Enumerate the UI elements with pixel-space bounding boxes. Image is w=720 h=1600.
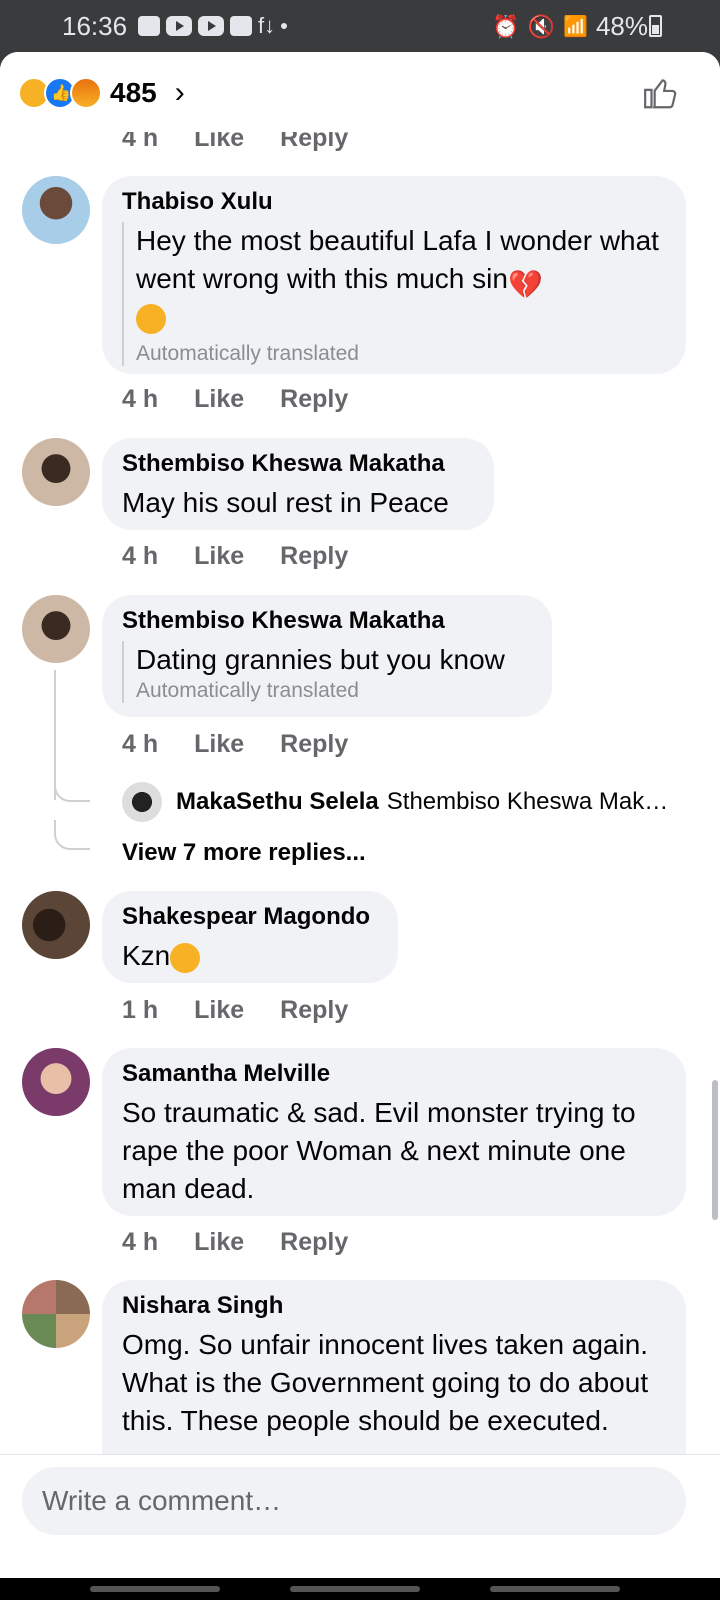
comment-meta: 4 h Like Reply [122, 385, 384, 414]
reply-link[interactable]: Reply [280, 542, 348, 571]
comment-meta: 1 h Like Reply [122, 996, 384, 1025]
translated-block: Hey the most beautiful Lafa I wonder wha… [122, 222, 664, 366]
avatar[interactable] [22, 1048, 90, 1116]
translation-note[interactable]: Automatically translated [136, 342, 664, 366]
like-link[interactable]: Like [194, 730, 244, 759]
battery-icon [649, 15, 662, 37]
youtube-icon [198, 16, 224, 36]
reply-avatar [122, 782, 162, 822]
like-link[interactable]: Like [194, 132, 244, 153]
avatar[interactable] [22, 891, 90, 959]
nav-recents[interactable] [90, 1586, 220, 1592]
commenter-name[interactable]: Nishara Singh [122, 1292, 664, 1320]
reply-link[interactable]: Reply [280, 730, 348, 759]
like-link[interactable]: Like [194, 385, 244, 414]
commenter-name[interactable]: Sthembiso Kheswa Makatha [122, 450, 472, 478]
commenter-name[interactable]: Sthembiso Kheswa Makatha [122, 607, 530, 635]
comment-bubble[interactable]: Shakespear Magondo Kzn [102, 891, 398, 983]
comment-time: 4 h [122, 1228, 159, 1256]
comment-bubble[interactable]: Thabiso Xulu Hey the most beautiful Lafa… [102, 176, 686, 374]
reply-link[interactable]: Reply [280, 132, 348, 153]
reply-author[interactable]: MakaSethu Selela [176, 788, 379, 816]
download-icon [230, 16, 252, 36]
comment-time: 4 h [122, 542, 159, 570]
system-nav-bar [0, 1578, 720, 1600]
facebook-download-icon: f↓ [258, 13, 276, 38]
avatar[interactable] [22, 1280, 90, 1348]
comment-input[interactable] [22, 1467, 686, 1535]
comment-list: 4 h Like Reply Thabiso Xulu Hey the most… [0, 132, 720, 1538]
nav-back[interactable] [490, 1586, 620, 1592]
status-time: 16:36 [62, 11, 128, 41]
mute-icon: 🔇 [527, 13, 556, 39]
reply-preview[interactable]: MakaSethu Selela Sthembiso Kheswa Mak… [122, 782, 668, 822]
wifi-icon: 📶 [563, 16, 588, 38]
comment-meta: 4 h Like Reply [122, 730, 384, 759]
comment-text: So traumatic & sad. Evil monster trying … [122, 1097, 636, 1204]
view-more-replies-link[interactable]: View 7 more replies... [122, 839, 366, 867]
comment-time: 4 h [122, 132, 159, 152]
comment-bubble[interactable]: Samantha Melville So traumatic & sad. Ev… [102, 1048, 686, 1216]
comment-text: Kzn [122, 937, 376, 975]
avatar[interactable] [22, 595, 90, 663]
system-icons: ⏰ 🔇 📶 48% [492, 11, 648, 42]
comment-bubble[interactable]: Sthembiso Kheswa Makatha May his soul re… [102, 438, 494, 530]
comment-text-body: Kzn [122, 940, 171, 971]
comment-text: Omg. So unfair innocent lives taken agai… [122, 1329, 649, 1436]
commenter-name[interactable]: Shakespear Magondo [122, 903, 376, 931]
reaction-count: 485 [110, 77, 157, 108]
battery-percent: 48% [595, 11, 648, 41]
message-icon [138, 16, 160, 36]
alarm-icon: ⏰ [492, 13, 520, 39]
nav-home[interactable] [290, 1586, 420, 1592]
thread-branch [54, 772, 90, 802]
scrollbar[interactable] [712, 1080, 718, 1220]
reply-snippet: Sthembiso Kheswa Mak… [386, 788, 669, 815]
like-link[interactable]: Like [194, 996, 244, 1025]
comment-time: 4 h [122, 385, 159, 413]
comments-sheet: 485 › 4 h Like Reply Thabiso Xulu Hey th… [0, 52, 720, 1578]
notification-icons: f↓ [138, 13, 288, 39]
youtube-icon [166, 16, 192, 36]
comment-text: May his soul rest in Peace [122, 487, 449, 518]
thread-branch [54, 820, 90, 850]
reactions-header: 485 › [0, 52, 720, 132]
like-link[interactable]: Like [194, 542, 244, 571]
translation-note[interactable]: Automatically translated [136, 679, 530, 703]
sad-face-icon [136, 303, 166, 334]
comment-text-body: Hey the most beautiful Lafa I wonder wha… [136, 225, 659, 294]
comment-meta: 4 h Like Reply [122, 542, 384, 571]
like-post-button[interactable] [642, 74, 680, 121]
translated-block: Dating grannies but you know Automatical… [122, 641, 530, 703]
comment-time: 1 h [122, 996, 159, 1024]
reply-link[interactable]: Reply [280, 1228, 348, 1257]
thumbs-up-icon [644, 79, 677, 109]
avatar[interactable] [22, 438, 90, 506]
avatar[interactable] [22, 176, 90, 244]
more-notifications-icon [281, 23, 288, 29]
comment-composer [0, 1454, 720, 1578]
like-link[interactable]: Like [194, 1228, 244, 1257]
comment-time: 4 h [122, 730, 159, 758]
comment-bubble[interactable]: Sthembiso Kheswa Makatha Dating grannies… [102, 595, 552, 717]
reply-link[interactable]: Reply [280, 996, 348, 1025]
commenter-name[interactable]: Thabiso Xulu [122, 188, 664, 216]
status-bar: 16:36 f↓ ⏰ 🔇 📶 48% [0, 0, 720, 52]
broken-heart-icon [508, 266, 542, 296]
disappointed-face-icon [170, 942, 201, 973]
reactions-summary[interactable]: 485 › [18, 76, 185, 110]
comment-text: Dating grannies but you know [136, 644, 505, 675]
comment-meta: 4 h Like Reply [122, 132, 384, 153]
reply-link[interactable]: Reply [280, 385, 348, 414]
comment-meta: 4 h Like Reply [122, 1228, 384, 1257]
commenter-name[interactable]: Samantha Melville [122, 1060, 664, 1088]
angry-reaction-icon [70, 77, 102, 109]
comment-text: Hey the most beautiful Lafa I wonder wha… [136, 222, 664, 336]
chevron-right-icon: › [174, 76, 185, 109]
